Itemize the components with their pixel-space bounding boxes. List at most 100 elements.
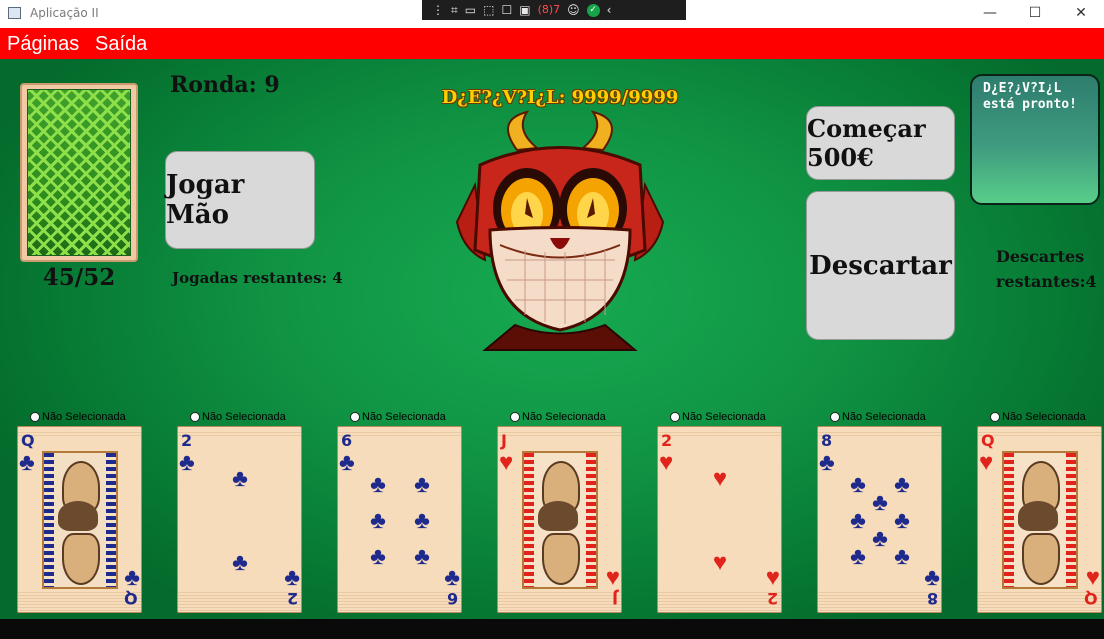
- card-face-border: [44, 453, 54, 587]
- select-radio-label: Não Selecionada: [842, 411, 926, 423]
- card-edge: [498, 590, 621, 612]
- select-radio-label: Não Selecionada: [42, 411, 126, 423]
- maximize-button[interactable]: ☐: [1012, 0, 1058, 28]
- select-radio[interactable]: Não Selecionada: [190, 411, 286, 423]
- card-face-border: [1004, 453, 1014, 587]
- card-rank: 2: [661, 431, 673, 450]
- play-hand-button[interactable]: Jogar Mão: [165, 151, 315, 249]
- discard-button[interactable]: Descartar: [806, 191, 955, 340]
- playing-card[interactable]: 6 ♣ 6 ♣ ♣ ♣ ♣ ♣ ♣ ♣: [337, 426, 462, 613]
- discards-remaining: Descartes restantes:4: [996, 247, 1097, 291]
- card-rank: 8: [926, 589, 938, 608]
- card-pip-icon: ♥: [712, 465, 728, 492]
- select-radio[interactable]: Não Selecionada: [350, 411, 446, 423]
- card-rank: 2: [181, 431, 193, 450]
- card-suit-icon: ♥: [979, 449, 994, 476]
- card-rank: Q: [981, 431, 995, 450]
- select-radio[interactable]: Não Selecionada: [510, 411, 606, 423]
- card-suit-icon: ♣: [339, 449, 355, 476]
- select-radio-label: Não Selecionada: [682, 411, 766, 423]
- window-bottom-edge: [0, 619, 1104, 639]
- card-face-border: [586, 453, 596, 587]
- card-edge: [818, 590, 941, 612]
- collapse-icon[interactable]: ‹: [607, 3, 612, 17]
- card-pip-icon: ♣: [370, 507, 386, 534]
- card-rank: Q: [21, 431, 35, 450]
- radio-button-icon[interactable]: [190, 412, 200, 422]
- live-tree-icon[interactable]: ⌗: [451, 3, 458, 17]
- select-radio-label: Não Selecionada: [522, 411, 606, 423]
- card-suit-icon: ♣: [124, 564, 140, 591]
- debug-toolbar[interactable]: ⋮ ⌗ ▭ ⬚ ☐ ▣ (8)7 ☺ ✓ ‹: [422, 0, 686, 20]
- select-radio[interactable]: Não Selecionada: [30, 411, 126, 423]
- card-edge: [978, 430, 1101, 438]
- card-rank: J: [501, 431, 507, 450]
- video-icon[interactable]: ▭: [465, 3, 476, 17]
- card-pip-icon: ♣: [232, 465, 248, 492]
- display-layout-icon[interactable]: ☐: [501, 3, 512, 17]
- select-radio-label: Não Selecionada: [1002, 411, 1086, 423]
- card-edge: [338, 590, 461, 612]
- card-pip-icon: ♣: [232, 549, 248, 576]
- card-rank: 6: [341, 431, 353, 450]
- start-button[interactable]: Começar 500€: [806, 106, 955, 180]
- playing-card[interactable]: 2 ♣ 2 ♣ ♣ ♣: [177, 426, 302, 613]
- card-edge: [978, 590, 1101, 612]
- card-rank: 2: [766, 589, 778, 608]
- check-icon[interactable]: ✓: [586, 3, 600, 17]
- drag-handle-icon[interactable]: ⋮: [432, 3, 444, 17]
- card-suit-icon: ♥: [765, 564, 780, 591]
- card-rank: Q: [124, 589, 138, 608]
- card-suit-icon: ♥: [1085, 564, 1100, 591]
- menu-paginas[interactable]: Páginas: [7, 33, 79, 56]
- card-pip-icon: ♣: [850, 471, 866, 498]
- card-pip-icon: ♣: [414, 543, 430, 570]
- playing-card[interactable]: 2 ♥ 2 ♥ ♥ ♥: [657, 426, 782, 613]
- playing-card[interactable]: Q ♥ Q ♥: [977, 426, 1102, 613]
- menu-bar: Páginas Saída: [0, 28, 1104, 59]
- card-face-portrait: [1002, 451, 1078, 589]
- card-rank: J: [612, 589, 618, 608]
- select-radio[interactable]: Não Selecionada: [670, 411, 766, 423]
- card-pip-icon: ♣: [370, 471, 386, 498]
- radio-button-icon[interactable]: [990, 412, 1000, 422]
- select-radio-label: Não Selecionada: [362, 411, 446, 423]
- start-button-label: Começar 500€: [807, 114, 926, 172]
- window-title-bar: Aplicação II ⋮ ⌗ ▭ ⬚ ☐ ▣ (8)7 ☺ ✓ ‹ — ☐ …: [0, 0, 1104, 28]
- playing-card[interactable]: Q ♣ Q ♣: [17, 426, 142, 613]
- radio-button-icon[interactable]: [830, 412, 840, 422]
- radio-button-icon[interactable]: [670, 412, 680, 422]
- card-pip-icon: ♣: [872, 489, 888, 516]
- select-element-icon[interactable]: ⬚: [483, 3, 494, 17]
- message-box: D¿E?¿V?I¿L está pronto!: [970, 74, 1100, 205]
- playing-card[interactable]: J ♥ J ♥: [497, 426, 622, 613]
- radio-button-icon[interactable]: [510, 412, 520, 422]
- card-suit-icon: ♥: [605, 564, 620, 591]
- playing-card[interactable]: 8 ♣ 8 ♣ ♣ ♣ ♣ ♣ ♣ ♣ ♣ ♣: [817, 426, 942, 613]
- radio-button-icon[interactable]: [30, 412, 40, 422]
- card-face-portrait: [522, 451, 598, 589]
- card-suit-icon: ♣: [924, 564, 940, 591]
- card-face-border: [524, 453, 534, 587]
- select-radio[interactable]: Não Selecionada: [830, 411, 926, 423]
- card-edge: [18, 590, 141, 612]
- card-edge: [338, 430, 461, 438]
- menu-saida[interactable]: Saída: [95, 33, 147, 56]
- card-pip-icon: ♣: [850, 507, 866, 534]
- accessibility-icon[interactable]: ☺: [567, 3, 580, 17]
- card-edge: [178, 430, 301, 438]
- window-title: Aplicação II: [30, 6, 99, 20]
- select-radio[interactable]: Não Selecionada: [990, 411, 1086, 423]
- card-rank: Q: [1084, 589, 1098, 608]
- close-button[interactable]: ✕: [1058, 0, 1104, 28]
- devil-boss-image: [455, 110, 665, 351]
- minimize-button[interactable]: —: [967, 0, 1013, 28]
- track-focus-icon[interactable]: ▣: [519, 3, 530, 17]
- card-face-border: [1066, 453, 1076, 587]
- face-figure: [542, 533, 580, 585]
- card-suit-icon: ♥: [499, 449, 514, 476]
- radio-button-icon[interactable]: [350, 412, 360, 422]
- card-face-border: [106, 453, 116, 587]
- binding-failures-badge[interactable]: (8)7: [538, 3, 561, 17]
- card-pip-icon: ♣: [894, 543, 910, 570]
